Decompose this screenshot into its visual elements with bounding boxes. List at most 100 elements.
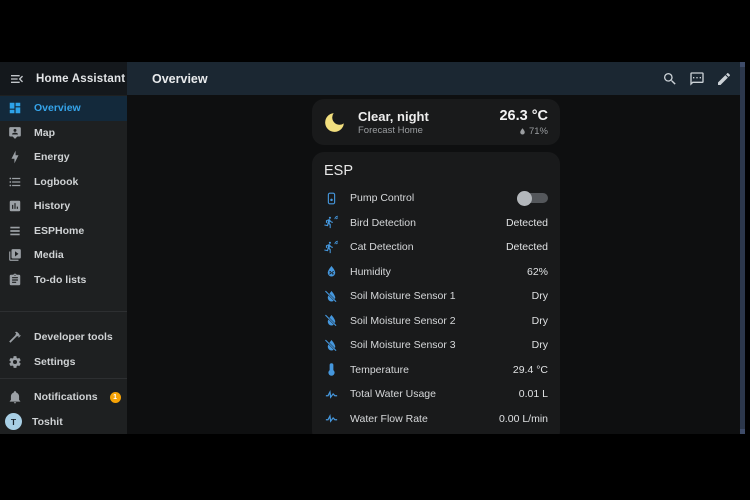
water-percent-icon xyxy=(324,264,339,279)
pump-icon xyxy=(324,191,339,206)
entity-row[interactable]: Temperature 29.4 °C xyxy=(324,358,548,383)
menu-open-icon[interactable] xyxy=(9,71,25,87)
entities-card: ESP Pump Control Bird Detection Detected… xyxy=(312,152,560,434)
entity-value: 0.01 L xyxy=(518,388,548,401)
water-off-icon xyxy=(324,289,339,304)
sidebar-item[interactable]: History xyxy=(0,194,127,219)
sidebar-item-label: Overview xyxy=(34,102,81,115)
cog-icon xyxy=(8,355,22,369)
weather-humidity: 71% xyxy=(499,126,548,137)
entity-row[interactable]: Soil Moisture Sensor 3 Dry xyxy=(324,333,548,358)
entity-row[interactable]: Cat Detection Detected xyxy=(324,235,548,260)
notifications-label: Notifications xyxy=(34,391,98,404)
sidebar-item-notifications[interactable]: Notifications 1 xyxy=(0,385,127,410)
entity-value: Dry xyxy=(531,339,548,352)
app-title: Home Assistant xyxy=(36,72,126,85)
entity-name: Humidity xyxy=(350,265,391,278)
entity-row[interactable]: Total Water Usage 0.01 L xyxy=(324,382,548,407)
water-off-icon xyxy=(324,313,339,328)
entity-rows: Pump Control Bird Detection Detected Cat… xyxy=(324,186,548,431)
bell-icon xyxy=(8,390,22,404)
weather-subtitle: Forecast Home xyxy=(358,124,423,136)
entity-value: 0.00 L/min xyxy=(498,412,548,425)
entity-row[interactable]: Humidity 62% xyxy=(324,260,548,285)
motion-sensor-icon xyxy=(324,240,339,255)
play-box-multiple-icon xyxy=(8,248,22,262)
weather-text: Clear, night Forecast Home xyxy=(358,109,429,136)
page-title: Overview xyxy=(152,71,208,86)
thermometer-icon xyxy=(324,362,339,377)
entity-row[interactable]: Soil Moisture Sensor 1 Dry xyxy=(324,284,548,309)
pulse-icon xyxy=(324,411,339,426)
entity-value: 29.4 °C xyxy=(512,363,548,376)
sidebar-item-label: History xyxy=(34,200,71,213)
toggle-switch[interactable] xyxy=(517,190,548,206)
sidebar-item[interactable]: Developer tools xyxy=(0,325,127,350)
entity-name: Cat Detection xyxy=(350,241,414,254)
home-assistant-window: Home Assistant Overview Map Energy Logbo… xyxy=(0,62,745,434)
entity-value: Dry xyxy=(531,290,548,303)
sidebar-item-label: Map xyxy=(34,126,55,139)
user-name: Toshit xyxy=(32,415,63,428)
hammer-icon xyxy=(8,330,22,344)
water-off-icon xyxy=(324,338,339,353)
weather-readings: 26.3 °C 71% xyxy=(499,107,548,137)
scrollbar xyxy=(740,62,745,434)
entity-name: Temperature xyxy=(350,363,409,376)
sidebar: Home Assistant Overview Map Energy Logbo… xyxy=(0,62,127,434)
entity-name: Total Water Usage xyxy=(350,388,436,401)
weather-temperature: 26.3 °C xyxy=(499,108,548,124)
screen: Home Assistant Overview Map Energy Logbo… xyxy=(0,0,750,500)
weather-humidity-value: 71% xyxy=(528,126,548,137)
view-dashboard-icon xyxy=(8,101,22,115)
entity-name: Pump Control xyxy=(350,192,415,205)
card-title: ESP xyxy=(324,163,354,179)
sidebar-item[interactable]: Map xyxy=(0,121,127,146)
sidebar-item[interactable]: Overview xyxy=(0,96,127,121)
sidebar-bottom-nav: Developer tools Settings xyxy=(0,325,127,374)
entity-name: Bird Detection xyxy=(350,216,416,229)
sidebar-item-label: Energy xyxy=(34,151,70,164)
entity-name: Soil Moisture Sensor 2 xyxy=(350,314,456,327)
entity-value: 62% xyxy=(526,265,548,278)
entity-row[interactable]: Soil Moisture Sensor 2 Dry xyxy=(324,309,548,334)
top-bar: Overview xyxy=(127,62,745,95)
format-list-bulleted-icon xyxy=(8,175,22,189)
sidebar-item[interactable]: To-do lists xyxy=(0,268,127,293)
tooltip-account-icon xyxy=(8,126,22,140)
sidebar-item[interactable]: Media xyxy=(0,243,127,268)
entity-value: Detected xyxy=(505,241,548,254)
sidebar-item-label: Media xyxy=(34,249,64,262)
weather-card[interactable]: Clear, night Forecast Home 26.3 °C 71% xyxy=(312,99,560,145)
scroll-down-arrow[interactable] xyxy=(740,429,745,434)
sidebar-header: Home Assistant xyxy=(0,62,127,95)
assist-button[interactable] xyxy=(689,71,705,87)
sidebar-item-label: Developer tools xyxy=(34,331,113,344)
card-column: Clear, night Forecast Home 26.3 °C 71% E… xyxy=(312,99,560,434)
motion-sensor-icon xyxy=(324,215,339,230)
divider xyxy=(0,311,127,312)
edit-dashboard-button[interactable] xyxy=(716,71,732,87)
water-icon xyxy=(518,127,527,136)
sidebar-item-user-profile[interactable]: T Toshit xyxy=(0,410,127,435)
entity-value: Dry xyxy=(531,314,548,327)
entity-row[interactable]: Pump Control xyxy=(324,186,548,211)
entity-row[interactable]: Water Flow Rate 0.00 L/min xyxy=(324,407,548,432)
sidebar-nav: Overview Map Energy Logbook History ESPH… xyxy=(0,95,127,292)
search-button[interactable] xyxy=(662,71,678,87)
sidebar-item[interactable]: ESPHome xyxy=(0,219,127,244)
entity-row[interactable]: Bird Detection Detected xyxy=(324,211,548,236)
top-bar-actions xyxy=(662,71,732,87)
weather-night-icon xyxy=(322,110,347,135)
sidebar-item-label: Logbook xyxy=(34,175,79,188)
sidebar-item[interactable]: Settings xyxy=(0,350,127,375)
notification-badge: 1 xyxy=(109,391,121,403)
chart-box-icon xyxy=(8,199,22,213)
sidebar-item[interactable]: Logbook xyxy=(0,170,127,195)
sidebar-item-label: To-do lists xyxy=(34,273,87,286)
sidebar-item[interactable]: Energy xyxy=(0,145,127,170)
entity-name: Soil Moisture Sensor 1 xyxy=(350,290,456,303)
scrollbar-thumb[interactable] xyxy=(740,67,745,429)
entity-name: Water Flow Rate xyxy=(350,412,428,425)
avatar: T xyxy=(5,413,22,431)
